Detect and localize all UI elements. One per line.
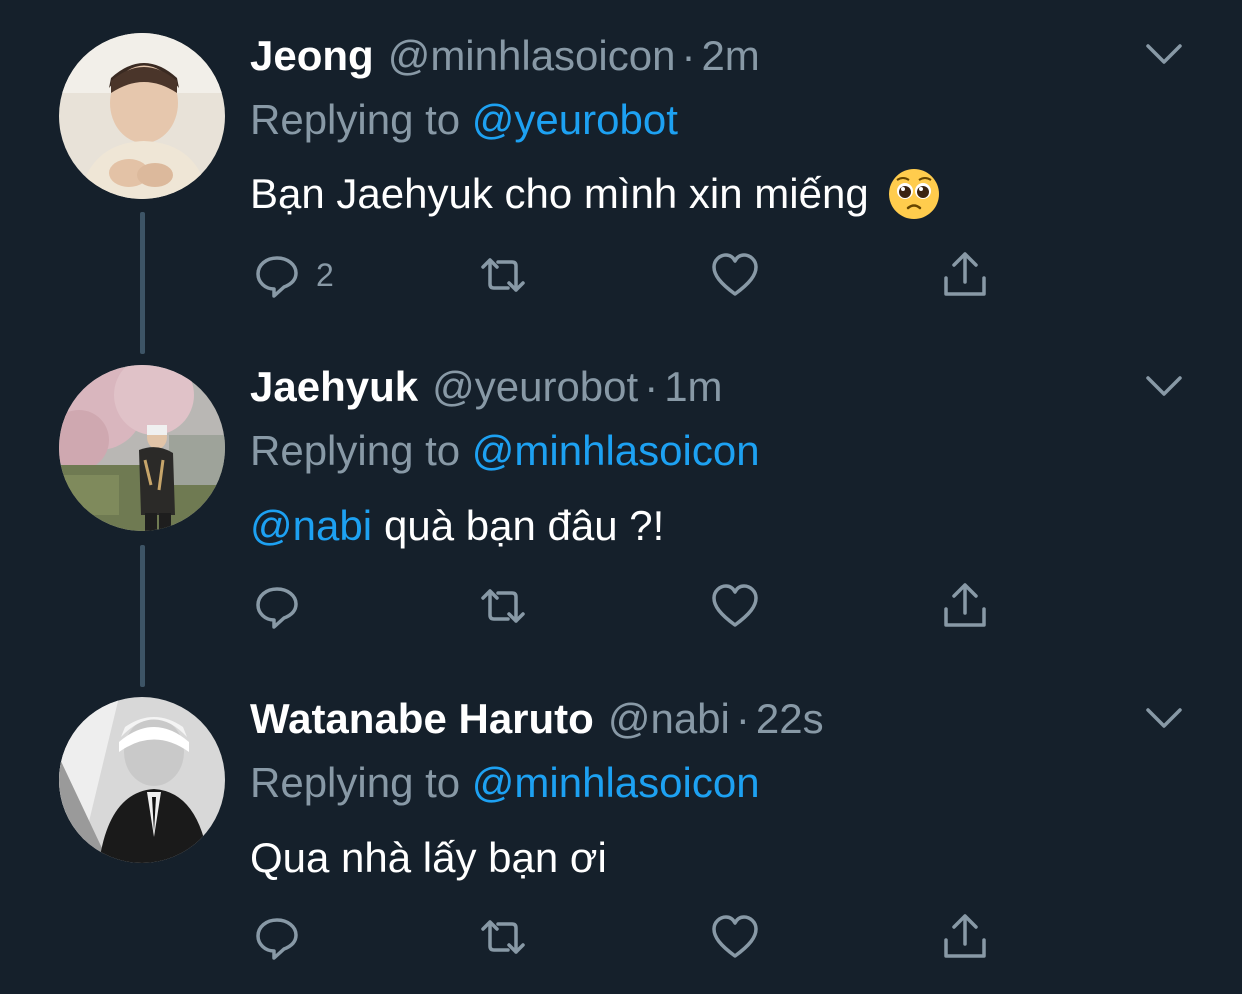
retweet-button[interactable] [478, 912, 528, 962]
reply-button[interactable] [252, 912, 316, 962]
like-button[interactable] [710, 912, 760, 962]
replying-to-line: Replying to @minhlasoicon [250, 759, 760, 807]
tweet-text: Qua nhà lấy bạn ơi [250, 830, 607, 886]
display-name[interactable]: Watanabe Haruto [250, 695, 594, 743]
separator-dot: · [735, 695, 750, 742]
retweet-icon [481, 920, 525, 954]
replying-to-label: Replying to [250, 759, 461, 806]
chevron-down-icon[interactable] [1144, 704, 1184, 734]
replying-to-handle[interactable]: @minhlasoicon [472, 759, 760, 806]
reply-icon [256, 918, 298, 960]
share-icon [944, 914, 986, 958]
avatar-image [59, 697, 225, 863]
tweet[interactable]: Watanabe Haruto @nabi · 22s Replying to … [0, 0, 1242, 994]
heart-icon [712, 915, 758, 958]
timestamp[interactable]: 22s [756, 695, 824, 743]
avatar[interactable] [59, 697, 225, 863]
share-button[interactable] [940, 912, 990, 962]
tweet-header: Watanabe Haruto @nabi · 22s [250, 695, 824, 745]
user-handle[interactable]: @nabi [608, 695, 730, 743]
tweet-text-content: Qua nhà lấy bạn ơi [250, 834, 607, 881]
